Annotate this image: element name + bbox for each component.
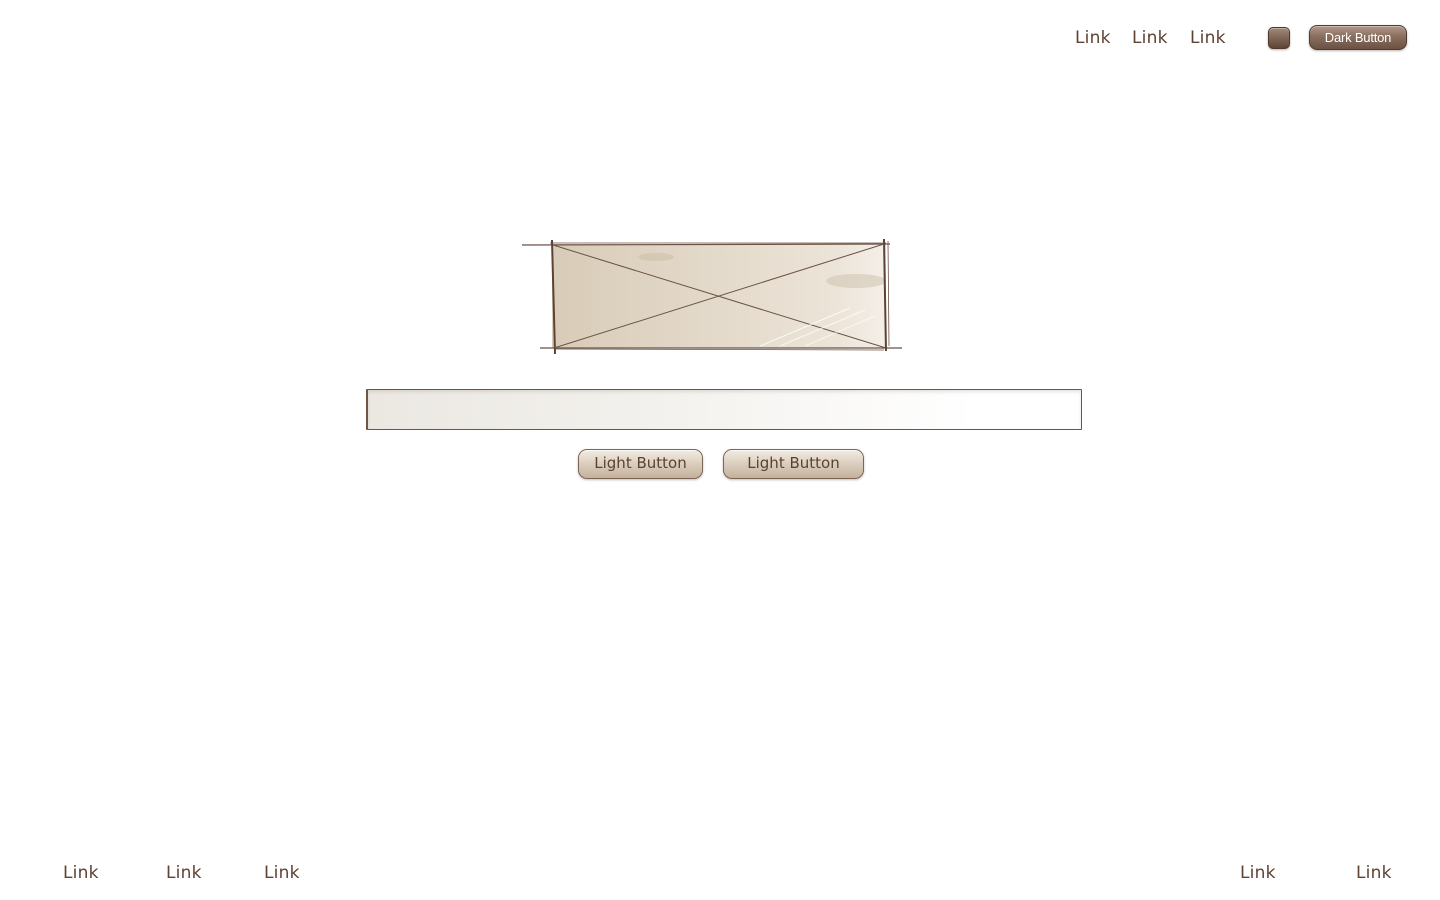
footer-link-5[interactable]: Link (1356, 863, 1392, 883)
image-placeholder-icon (520, 238, 904, 356)
top-nav-link-2[interactable]: Link (1132, 28, 1168, 48)
search-input[interactable] (368, 390, 1081, 429)
top-nav-link-3[interactable]: Link (1190, 28, 1226, 48)
square-button[interactable] (1268, 27, 1290, 49)
light-button-2[interactable]: Light Button (723, 449, 864, 479)
footer-link-1[interactable]: Link (63, 863, 99, 883)
dark-button[interactable]: Dark Button (1309, 25, 1407, 50)
footer-link-2[interactable]: Link (166, 863, 202, 883)
footer-link-3[interactable]: Link (264, 863, 300, 883)
light-button-1[interactable]: Light Button (578, 449, 703, 479)
top-nav-link-1[interactable]: Link (1075, 28, 1111, 48)
search-field[interactable] (366, 389, 1082, 430)
footer-link-4[interactable]: Link (1240, 863, 1276, 883)
